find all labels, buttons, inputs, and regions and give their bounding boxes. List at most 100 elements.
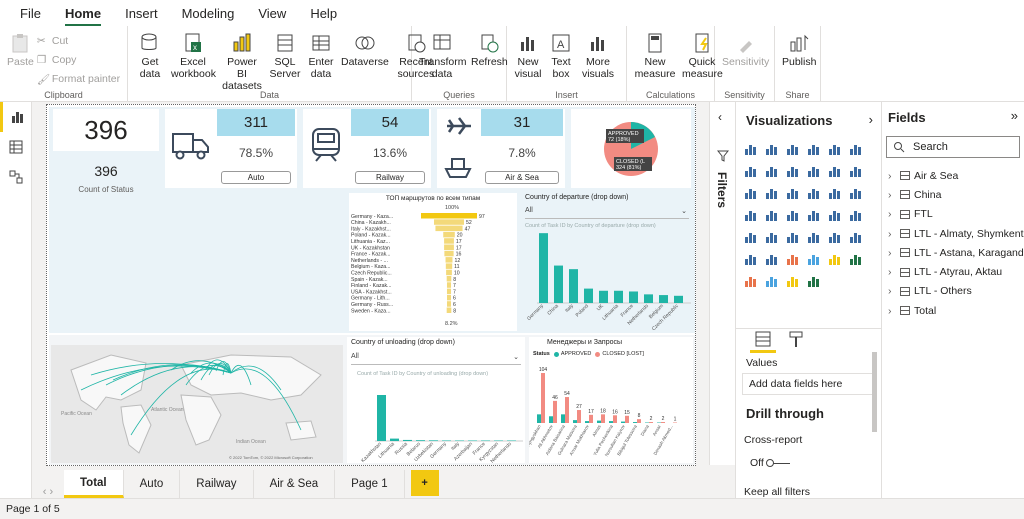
tab-air-sea[interactable]: Air & Sea [254, 470, 336, 498]
visual-type-icon[interactable] [762, 139, 781, 159]
status-pie-card[interactable]: APPROVED72 (18%) CLOSED (L324 (81%) [571, 109, 691, 188]
visual-type-icon[interactable] [825, 205, 844, 225]
visual-type-icon[interactable] [846, 139, 865, 159]
field-table-item[interactable]: ›LTL - Astana, Karaganda [888, 243, 1024, 262]
field-table-item[interactable]: ›Air & Sea [888, 166, 1024, 185]
funnel-bar[interactable] [447, 301, 451, 307]
air-sea-button[interactable]: Air & Sea [485, 171, 559, 184]
visual-type-icon[interactable] [783, 249, 802, 269]
visual-type-icon[interactable] [846, 183, 865, 203]
manager-approved-bar[interactable] [585, 421, 589, 423]
manager-approved-bar[interactable] [597, 421, 601, 423]
manager-approved-bar[interactable] [537, 414, 541, 423]
chevron-left-icon[interactable]: ‹ [718, 110, 722, 124]
field-table-item[interactable]: ›LTL - Almaty, Shymkent [888, 224, 1024, 243]
add-page-button[interactable]: + [411, 470, 439, 496]
manager-closed-bar[interactable] [601, 414, 605, 423]
format-painter-button[interactable]: 🖌Format painter [37, 69, 120, 88]
tabs-scroll-arrows[interactable]: ‹ › [32, 486, 64, 498]
funnel-bar[interactable] [421, 213, 477, 219]
unloading-bar[interactable] [390, 439, 399, 441]
menu-insert[interactable]: Insert [125, 6, 158, 21]
railway-button[interactable]: Railway [355, 171, 425, 184]
menu-file[interactable]: File [20, 6, 41, 21]
manager-closed-bar[interactable] [637, 419, 641, 423]
departure-bar[interactable] [569, 269, 578, 303]
menu-home[interactable]: Home [65, 6, 101, 21]
railway-kpi-card[interactable]: 54 13.6% Railway [303, 109, 431, 188]
visual-type-icon[interactable] [783, 271, 802, 291]
visual-type-icon[interactable] [825, 161, 844, 181]
visual-type-icon[interactable] [804, 227, 823, 247]
viz-scrollbar[interactable] [872, 352, 877, 432]
departure-bar[interactable] [554, 266, 563, 303]
unloading-bar[interactable] [403, 440, 412, 441]
air-sea-kpi-card[interactable]: 31 7.8% Air & Sea [437, 109, 565, 188]
departure-bar[interactable] [644, 294, 653, 303]
departure-bar[interactable] [659, 295, 668, 303]
fields-well-icon[interactable] [754, 330, 772, 348]
visual-type-icon[interactable] [762, 161, 781, 181]
visual-type-icon[interactable] [825, 249, 844, 269]
manager-approved-bar[interactable] [621, 422, 625, 423]
visual-type-icon[interactable] [762, 183, 781, 203]
visual-type-icon[interactable] [783, 161, 802, 181]
field-table-item[interactable]: ›LTL - Others [888, 282, 1024, 301]
visual-type-icon[interactable] [762, 227, 781, 247]
manager-closed-bar[interactable] [577, 410, 581, 423]
visual-type-icon[interactable] [825, 227, 844, 247]
manager-closed-bar[interactable] [541, 373, 545, 423]
funnel-bar[interactable] [435, 226, 462, 232]
manager-closed-bar[interactable] [553, 401, 557, 423]
tab-auto[interactable]: Auto [124, 470, 181, 498]
values-drop-zone[interactable]: Add data fields here [742, 373, 874, 395]
departure-bar[interactable] [629, 291, 638, 303]
filters-pane[interactable]: ‹ Filters [709, 102, 735, 465]
visual-type-icon[interactable] [783, 227, 802, 247]
chevron-right-icon[interactable]: › [869, 112, 873, 127]
funnel-bar[interactable] [447, 295, 451, 301]
manager-closed-bar[interactable] [661, 422, 665, 423]
funnel-bar[interactable] [446, 257, 453, 263]
departure-bar[interactable] [614, 291, 623, 303]
routes-map[interactable]: Pacific Ocean Atlantic Ocean Indian Ocea… [51, 345, 343, 463]
manager-closed-bar[interactable] [649, 422, 653, 423]
manager-approved-bar[interactable] [561, 414, 565, 423]
visual-type-icon[interactable] [783, 139, 802, 159]
field-table-item[interactable]: ›China [888, 185, 1024, 204]
departure-bar[interactable] [674, 296, 683, 303]
visual-type-icon[interactable] [741, 183, 760, 203]
cut-button[interactable]: ✂Cut [37, 31, 120, 50]
data-view-button[interactable] [0, 132, 32, 162]
field-table-item[interactable]: ›FTL [888, 205, 1024, 224]
departure-bar[interactable] [539, 233, 548, 303]
departure-chart-card[interactable]: Country of departure (drop down) All⌄ Co… [521, 193, 693, 331]
visual-type-icon[interactable] [741, 161, 760, 181]
manager-closed-bar[interactable] [565, 397, 569, 423]
manager-closed-bar[interactable] [589, 415, 593, 423]
funnel-bar[interactable] [434, 219, 464, 225]
visual-type-icon[interactable] [783, 205, 802, 225]
visual-type-icon[interactable] [846, 205, 865, 225]
cross-report-toggle[interactable]: Off [750, 457, 790, 469]
visual-type-icon[interactable] [762, 271, 781, 291]
manager-closed-bar[interactable] [613, 415, 617, 423]
funnel-bar[interactable] [447, 289, 451, 295]
visual-type-icon[interactable] [804, 205, 823, 225]
tab-railway[interactable]: Railway [180, 470, 253, 498]
model-view-button[interactable] [0, 162, 32, 192]
visual-type-icon[interactable] [741, 139, 760, 159]
funnel-bar[interactable] [444, 251, 453, 256]
visual-type-icon[interactable] [846, 161, 865, 181]
visual-type-icon[interactable] [783, 183, 802, 203]
manager-approved-bar[interactable] [549, 416, 553, 423]
manager-approved-bar[interactable] [609, 421, 613, 423]
collapse-icon[interactable]: » [1011, 108, 1018, 123]
funnel-bar[interactable] [447, 276, 452, 282]
visual-type-icon[interactable] [741, 249, 760, 269]
fields-search-input[interactable]: Search [886, 136, 1020, 158]
visual-type-icon[interactable] [804, 161, 823, 181]
unloading-bar[interactable] [377, 395, 386, 441]
menu-view[interactable]: View [258, 6, 286, 21]
funnel-bar[interactable] [446, 263, 452, 269]
